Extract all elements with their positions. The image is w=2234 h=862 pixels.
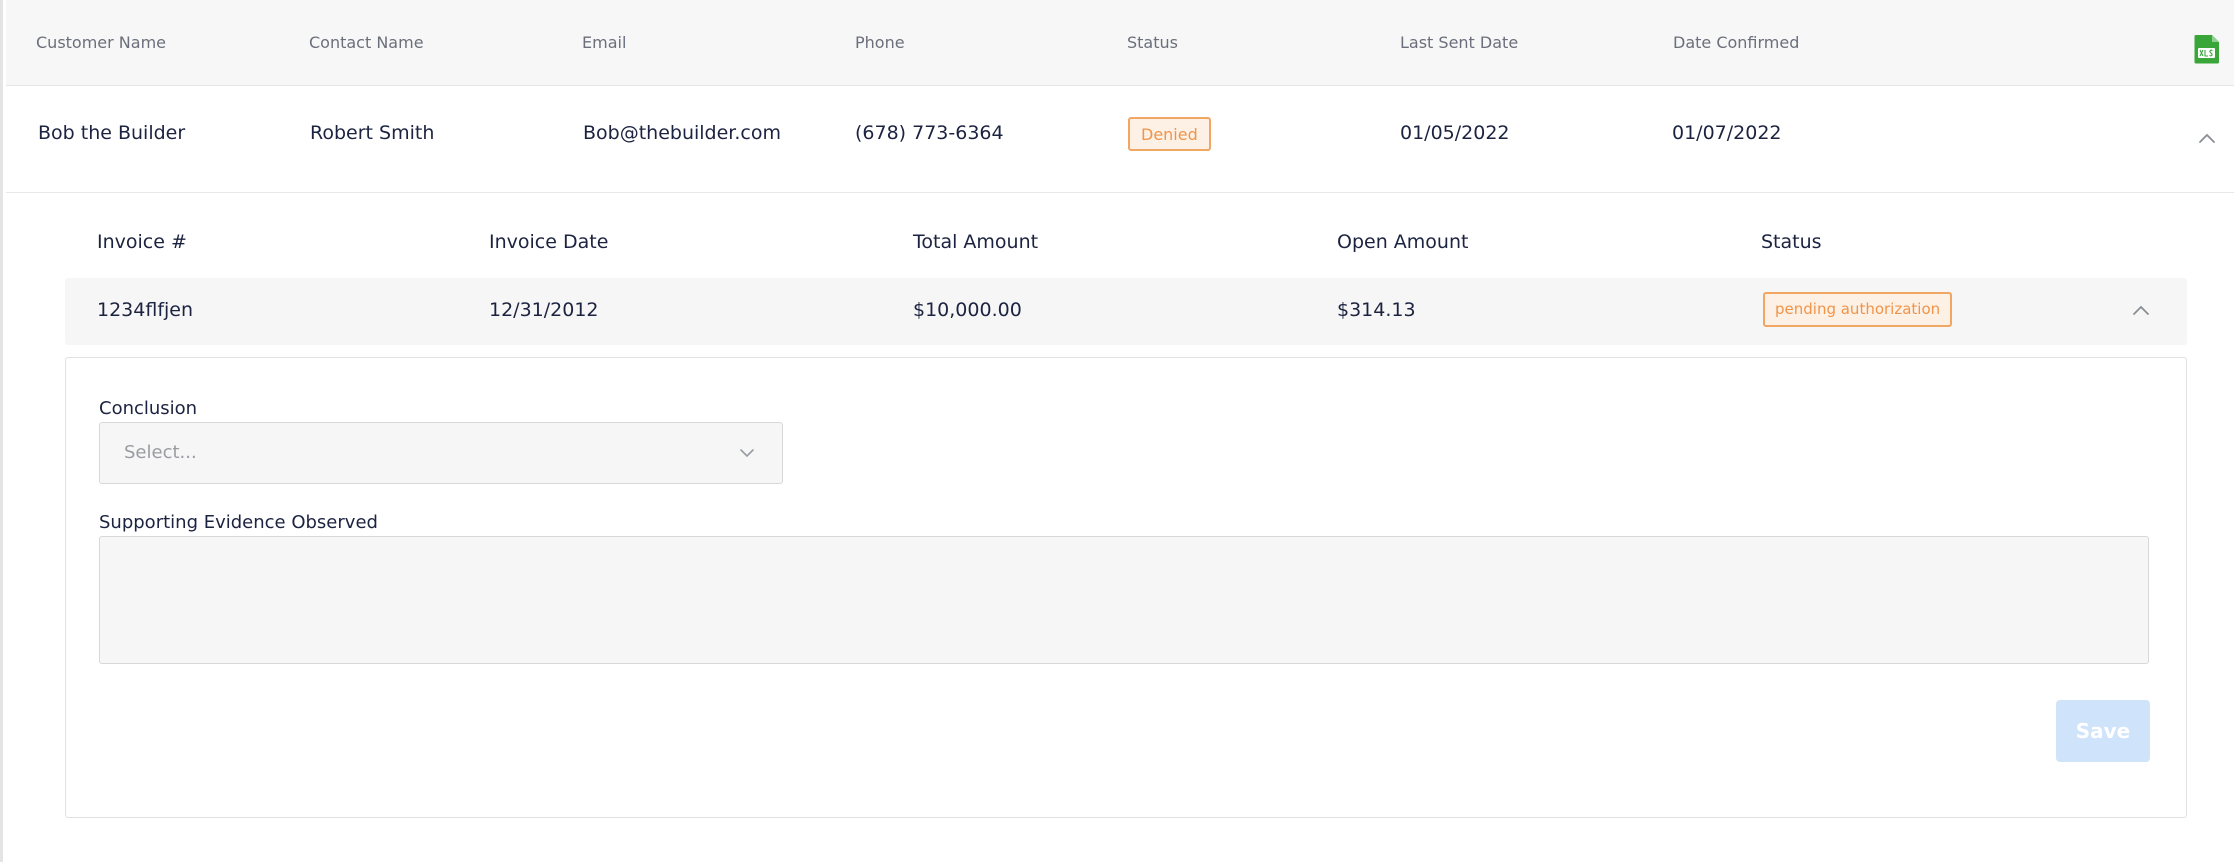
total-amount: $10,000.00 bbox=[913, 299, 1022, 321]
column-header-email[interactable]: Email bbox=[582, 33, 626, 52]
column-header-open-amount: Open Amount bbox=[1337, 231, 1469, 253]
xls-file-icon[interactable] bbox=[2192, 34, 2222, 64]
chevron-up-icon[interactable] bbox=[2132, 302, 2150, 320]
last-sent-date: 01/05/2022 bbox=[1400, 122, 1510, 144]
save-button[interactable]: Save bbox=[2056, 700, 2150, 762]
evidence-label: Supporting Evidence Observed bbox=[99, 512, 378, 533]
column-header-invoice-date: Invoice Date bbox=[489, 231, 609, 253]
invoice-number: 1234flfjen bbox=[97, 299, 194, 321]
chevron-up-icon[interactable] bbox=[2198, 130, 2216, 148]
phone: (678) 773-6364 bbox=[855, 122, 1004, 144]
column-header-total-amount: Total Amount bbox=[913, 231, 1039, 253]
evidence-textarea[interactable] bbox=[99, 536, 2149, 664]
invoice-status-badge: pending authorization bbox=[1763, 292, 1953, 327]
email: Bob@thebuilder.com bbox=[583, 122, 781, 144]
table-header-row: Customer Name Contact Name Email Phone S… bbox=[6, 0, 2234, 86]
column-header-phone[interactable]: Phone bbox=[855, 33, 905, 52]
invoice-row[interactable]: 1234flfjen 12/31/2012 $10,000.00 $314.13… bbox=[65, 278, 2187, 345]
invoice-detail-form: Conclusion Select... Supporting Evidence… bbox=[65, 357, 2187, 818]
conclusion-select-placeholder: Select... bbox=[124, 442, 197, 463]
open-amount: $314.13 bbox=[1337, 299, 1416, 321]
column-header-contact-name[interactable]: Contact Name bbox=[309, 33, 424, 52]
date-confirmed: 01/07/2022 bbox=[1672, 122, 1782, 144]
chevron-down-icon bbox=[740, 449, 754, 458]
customer-name: Bob the Builder bbox=[38, 122, 186, 144]
status-badge: Denied bbox=[1128, 117, 1211, 151]
confirmations-table: Customer Name Contact Name Email Phone S… bbox=[0, 0, 2234, 862]
contact-name: Robert Smith bbox=[310, 122, 435, 144]
column-header-invoice-status: Status bbox=[1761, 231, 1822, 253]
conclusion-label: Conclusion bbox=[99, 398, 198, 419]
invoice-panel: Invoice # Invoice Date Total Amount Open… bbox=[6, 193, 2234, 862]
invoice-date: 12/31/2012 bbox=[489, 299, 599, 321]
column-header-date-confirmed[interactable]: Date Confirmed bbox=[1673, 33, 1799, 52]
conclusion-select[interactable]: Select... bbox=[99, 422, 783, 484]
column-header-invoice-number: Invoice # bbox=[97, 231, 187, 253]
column-header-last-sent-date[interactable]: Last Sent Date bbox=[1400, 33, 1518, 52]
column-header-status[interactable]: Status bbox=[1127, 33, 1178, 52]
column-header-customer-name[interactable]: Customer Name bbox=[36, 33, 166, 52]
table-row[interactable]: Bob the Builder Robert Smith Bob@thebuil… bbox=[6, 86, 2234, 193]
